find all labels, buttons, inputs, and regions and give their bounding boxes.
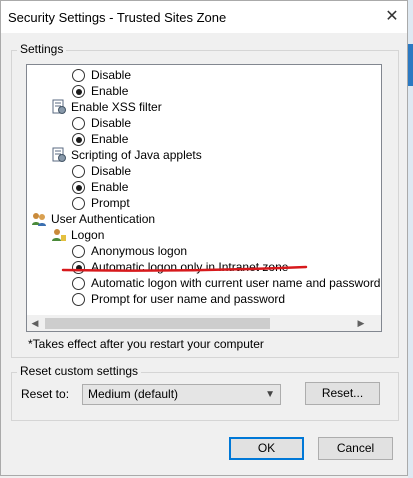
- scroll-left-icon[interactable]: ◀: [29, 318, 41, 329]
- radio-option[interactable]: Prompt: [27, 195, 381, 211]
- radio-option[interactable]: Disable: [27, 163, 381, 179]
- script-settings-icon: [51, 99, 67, 115]
- reset-level-select[interactable]: Medium (default) ▼: [82, 384, 281, 405]
- radio-option-label[interactable]: Prompt for user name and password: [91, 291, 285, 307]
- settings-group-label: Settings: [17, 42, 67, 56]
- reset-to-label: Reset to:: [21, 387, 70, 401]
- red-underline-annotation: [61, 265, 308, 272]
- radio-unchecked[interactable]: [72, 293, 85, 306]
- script-settings-icon: [51, 147, 67, 163]
- setting-category-label: User Authentication: [51, 212, 156, 226]
- radio-unchecked[interactable]: [72, 117, 85, 130]
- radio-option[interactable]: Automatic logon with current user name a…: [27, 275, 381, 291]
- radio-checked[interactable]: [72, 181, 85, 194]
- radio-unchecked[interactable]: [72, 277, 85, 290]
- radio-option-label[interactable]: Anonymous logon: [91, 243, 187, 259]
- window-title: Security Settings - Trusted Sites Zone: [8, 10, 227, 25]
- radio-unchecked[interactable]: [72, 245, 85, 258]
- radio-option-label[interactable]: Disable: [91, 115, 131, 131]
- radio-option-label[interactable]: Prompt: [91, 195, 130, 211]
- settings-list[interactable]: Disable Enable Enable XSS filter Disable Ena…: [26, 64, 382, 332]
- ok-button[interactable]: OK: [229, 437, 304, 460]
- radio-unchecked[interactable]: [72, 69, 85, 82]
- radio-unchecked[interactable]: [72, 197, 85, 210]
- radio-option-label[interactable]: Enable: [91, 131, 128, 147]
- radio-option[interactable]: Prompt for user name and password: [27, 291, 381, 307]
- radio-checked[interactable]: [72, 133, 85, 146]
- setting-category: User Authentication: [27, 211, 381, 227]
- radio-option[interactable]: Enable: [27, 179, 381, 195]
- setting-category: Scripting of Java applets: [27, 147, 381, 163]
- users-icon: [31, 211, 47, 227]
- radio-unchecked[interactable]: [72, 165, 85, 178]
- radio-option[interactable]: Enable: [27, 131, 381, 147]
- setting-category-label: Logon: [71, 228, 105, 242]
- setting-category-label: Scripting of Java applets: [71, 148, 202, 162]
- radio-option-label[interactable]: Automatic logon with current user name a…: [91, 275, 380, 291]
- reset-level-value: Medium (default): [88, 387, 179, 401]
- scroll-right-icon[interactable]: ▶: [355, 318, 367, 329]
- setting-category: Logon: [27, 227, 381, 243]
- restart-note: *Takes effect after you restart your com…: [28, 337, 264, 351]
- background-window-edge: [408, 0, 413, 478]
- security-settings-dialog: Security Settings - Trusted Sites Zone ✕…: [0, 0, 408, 476]
- close-icon[interactable]: ✕: [381, 7, 403, 27]
- reset-group-label: Reset custom settings: [17, 364, 142, 378]
- radio-option-label[interactable]: Disable: [91, 67, 131, 83]
- horizontal-scrollbar[interactable]: ◀ ▶: [27, 315, 381, 331]
- user-logon-icon: [51, 227, 67, 243]
- radio-option[interactable]: Disable: [27, 115, 381, 131]
- setting-category-label: Enable XSS filter: [71, 100, 162, 114]
- radio-option[interactable]: Anonymous logon: [27, 243, 381, 259]
- cancel-button[interactable]: Cancel: [318, 437, 393, 460]
- title-bar: Security Settings - Trusted Sites Zone ✕: [1, 1, 407, 33]
- radio-option-label[interactable]: Enable: [91, 83, 128, 99]
- radio-checked[interactable]: [72, 85, 85, 98]
- horizontal-scroll-thumb[interactable]: [45, 318, 270, 329]
- reset-button[interactable]: Reset...: [305, 382, 380, 405]
- setting-category: Enable XSS filter: [27, 99, 381, 115]
- radio-option[interactable]: Enable: [27, 83, 381, 99]
- radio-option[interactable]: Disable: [27, 67, 381, 83]
- radio-option-label[interactable]: Disable: [91, 163, 131, 179]
- radio-option-label[interactable]: Enable: [91, 179, 128, 195]
- chevron-down-icon: ▼: [265, 389, 275, 400]
